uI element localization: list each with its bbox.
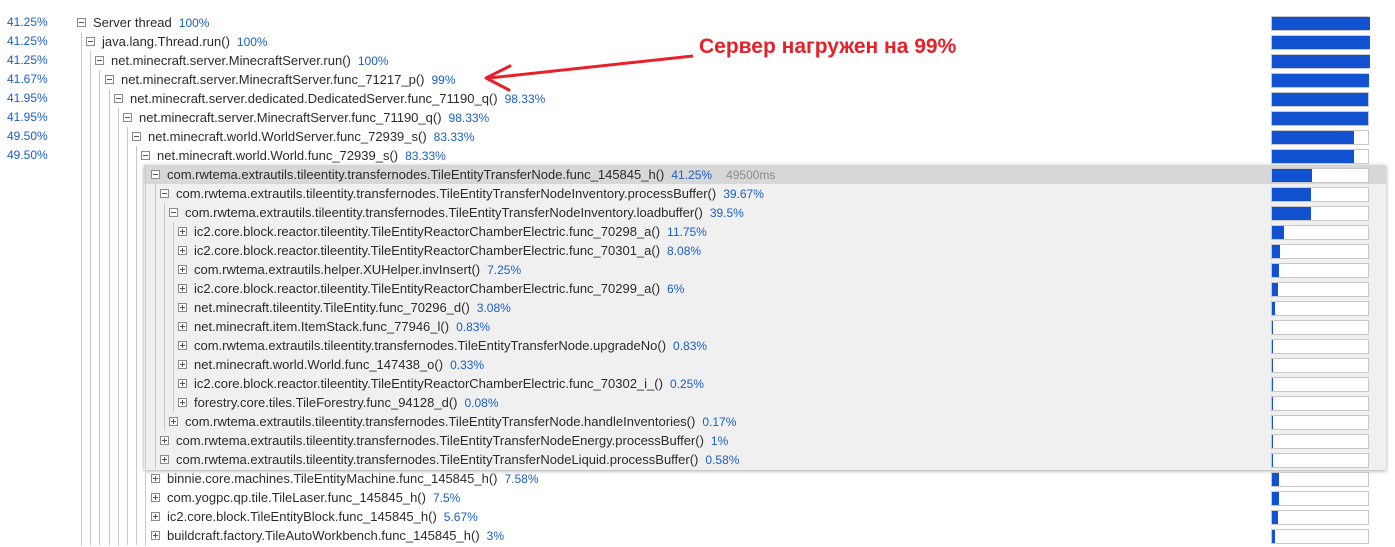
arrow-shaft bbox=[488, 54, 694, 80]
annotation-arrow bbox=[484, 54, 694, 92]
